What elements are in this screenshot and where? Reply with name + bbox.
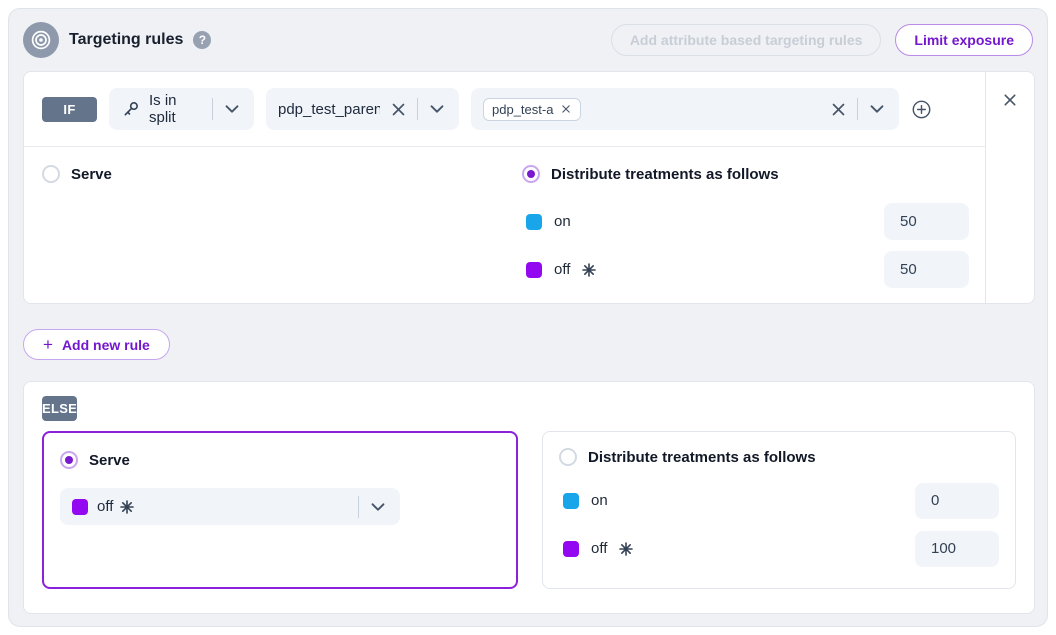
help-icon[interactable]: ?: [193, 31, 211, 49]
divider: [212, 98, 213, 120]
treatment-color-swatch: [526, 262, 542, 278]
serve-label: Serve: [71, 166, 112, 183]
treatment-name: off: [554, 261, 570, 278]
else-serve-value: off: [97, 498, 113, 515]
matcher-select-label: Is in split: [149, 92, 203, 126]
treatment-list: on off: [559, 482, 999, 567]
serve-option: Serve: [42, 161, 522, 303]
targeting-rules-panel: Targeting rules ? Add attribute based ta…: [8, 8, 1048, 627]
tag-remove-icon[interactable]: [560, 103, 572, 115]
treatment-color-swatch: [526, 214, 542, 230]
treatment-row: on: [559, 482, 999, 519]
selected-treatment-tag: pdp_test-a: [483, 98, 581, 121]
split-select-value: pdp_test_parent: [278, 101, 380, 118]
else-serve-box[interactable]: Serve off: [42, 431, 518, 589]
treatment-percent-input[interactable]: [884, 251, 969, 288]
else-distribute-label: Distribute treatments as follows: [588, 449, 816, 466]
treatment-percent-input[interactable]: [884, 203, 969, 240]
add-condition-icon[interactable]: [911, 99, 932, 120]
else-serve-treatment-select[interactable]: off: [60, 488, 400, 525]
treatment-percent-input[interactable]: [915, 483, 999, 519]
treatment-row: on: [522, 203, 969, 240]
rule-card-main: IF Is in split: [24, 72, 985, 303]
treatment-multiselect[interactable]: pdp_test-a: [471, 88, 899, 130]
serve-radio[interactable]: [42, 165, 60, 183]
panel-header: Targeting rules ? Add attribute based ta…: [9, 9, 1047, 71]
treatment-name: on: [591, 492, 608, 509]
treatment-list: on off: [522, 203, 969, 288]
targeting-rules-icon: [23, 22, 59, 58]
page-title: Targeting rules: [69, 31, 183, 49]
treatment-color-swatch: [72, 499, 88, 515]
clear-icon[interactable]: [829, 100, 848, 119]
matcher-select[interactable]: Is in split: [109, 88, 254, 130]
treatment-row: off: [559, 530, 999, 567]
treatment-name: on: [554, 213, 571, 230]
if-badge: IF: [42, 97, 97, 122]
rule-serve-area: Serve Distribute treatments as follows o…: [24, 147, 985, 303]
divider: [857, 98, 858, 120]
chevron-down-icon[interactable]: [867, 99, 887, 119]
rule-condition-row: IF Is in split: [24, 72, 985, 147]
chevron-down-icon[interactable]: [368, 497, 388, 517]
treatment-color-swatch: [563, 541, 579, 557]
delete-rule-icon[interactable]: [1001, 90, 1019, 110]
else-distribute-radio[interactable]: [559, 448, 577, 466]
else-serve-radio[interactable]: [60, 451, 78, 469]
add-attribute-rules-button[interactable]: Add attribute based targeting rules: [611, 24, 882, 56]
limit-exposure-button[interactable]: Limit exposure: [895, 24, 1033, 56]
else-options: Serve off Distr: [42, 431, 1016, 589]
default-treatment-icon: [582, 263, 596, 277]
else-serve-label: Serve: [89, 452, 130, 469]
chevron-down-icon[interactable]: [427, 99, 447, 119]
else-card: ELSE Serve off: [23, 381, 1035, 614]
add-new-rule-label: Add new rule: [62, 337, 150, 353]
chevron-down-icon[interactable]: [222, 99, 242, 119]
header-actions: Add attribute based targeting rules Limi…: [611, 24, 1033, 56]
key-icon: [121, 100, 140, 119]
divider: [358, 496, 359, 518]
treatment-name: off: [591, 540, 607, 557]
treatment-percent-input[interactable]: [915, 531, 999, 567]
distribute-radio[interactable]: [522, 165, 540, 183]
clear-icon[interactable]: [389, 100, 408, 119]
tag-label: pdp_test-a: [492, 102, 553, 117]
treatment-row: off: [522, 251, 969, 288]
distribute-option: Distribute treatments as follows on off: [522, 161, 969, 303]
split-select[interactable]: pdp_test_parent: [266, 88, 459, 130]
plus-icon: +: [43, 336, 53, 353]
divider: [417, 98, 418, 120]
default-treatment-icon: [120, 500, 134, 514]
else-badge: ELSE: [42, 396, 77, 421]
rule-card-side: [985, 72, 1034, 303]
rule-card: IF Is in split: [23, 71, 1035, 304]
default-treatment-icon: [619, 542, 633, 556]
distribute-label: Distribute treatments as follows: [551, 166, 779, 183]
treatment-color-swatch: [563, 493, 579, 509]
header-left: Targeting rules ?: [23, 22, 211, 58]
add-new-rule-button[interactable]: + Add new rule: [23, 329, 170, 360]
else-distribute-box[interactable]: Distribute treatments as follows on off: [542, 431, 1016, 589]
